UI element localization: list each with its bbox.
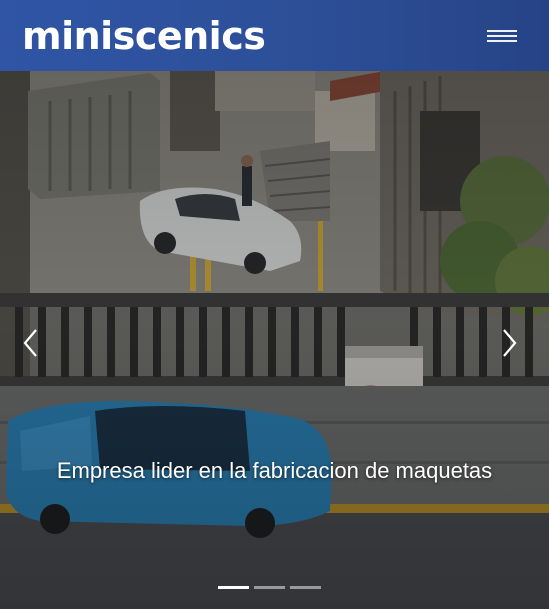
site-header: miniscenics [0, 0, 549, 71]
carousel-indicator[interactable] [218, 586, 249, 589]
chevron-right-icon [503, 329, 517, 357]
hero-caption: Empresa lider en la fabricacion de maque… [56, 458, 493, 483]
chevron-left-icon [23, 329, 37, 357]
carousel-indicators [218, 586, 321, 589]
hero-overlay [0, 71, 549, 609]
carousel-next-button[interactable] [498, 326, 522, 360]
carousel-prev-button[interactable] [20, 326, 44, 360]
carousel-indicator[interactable] [254, 586, 285, 589]
hamburger-menu-icon[interactable] [487, 28, 519, 44]
hero-carousel: Empresa lider en la fabricacion de maque… [0, 71, 549, 609]
site-logo[interactable]: miniscenics [22, 17, 266, 55]
carousel-indicator[interactable] [290, 586, 321, 589]
